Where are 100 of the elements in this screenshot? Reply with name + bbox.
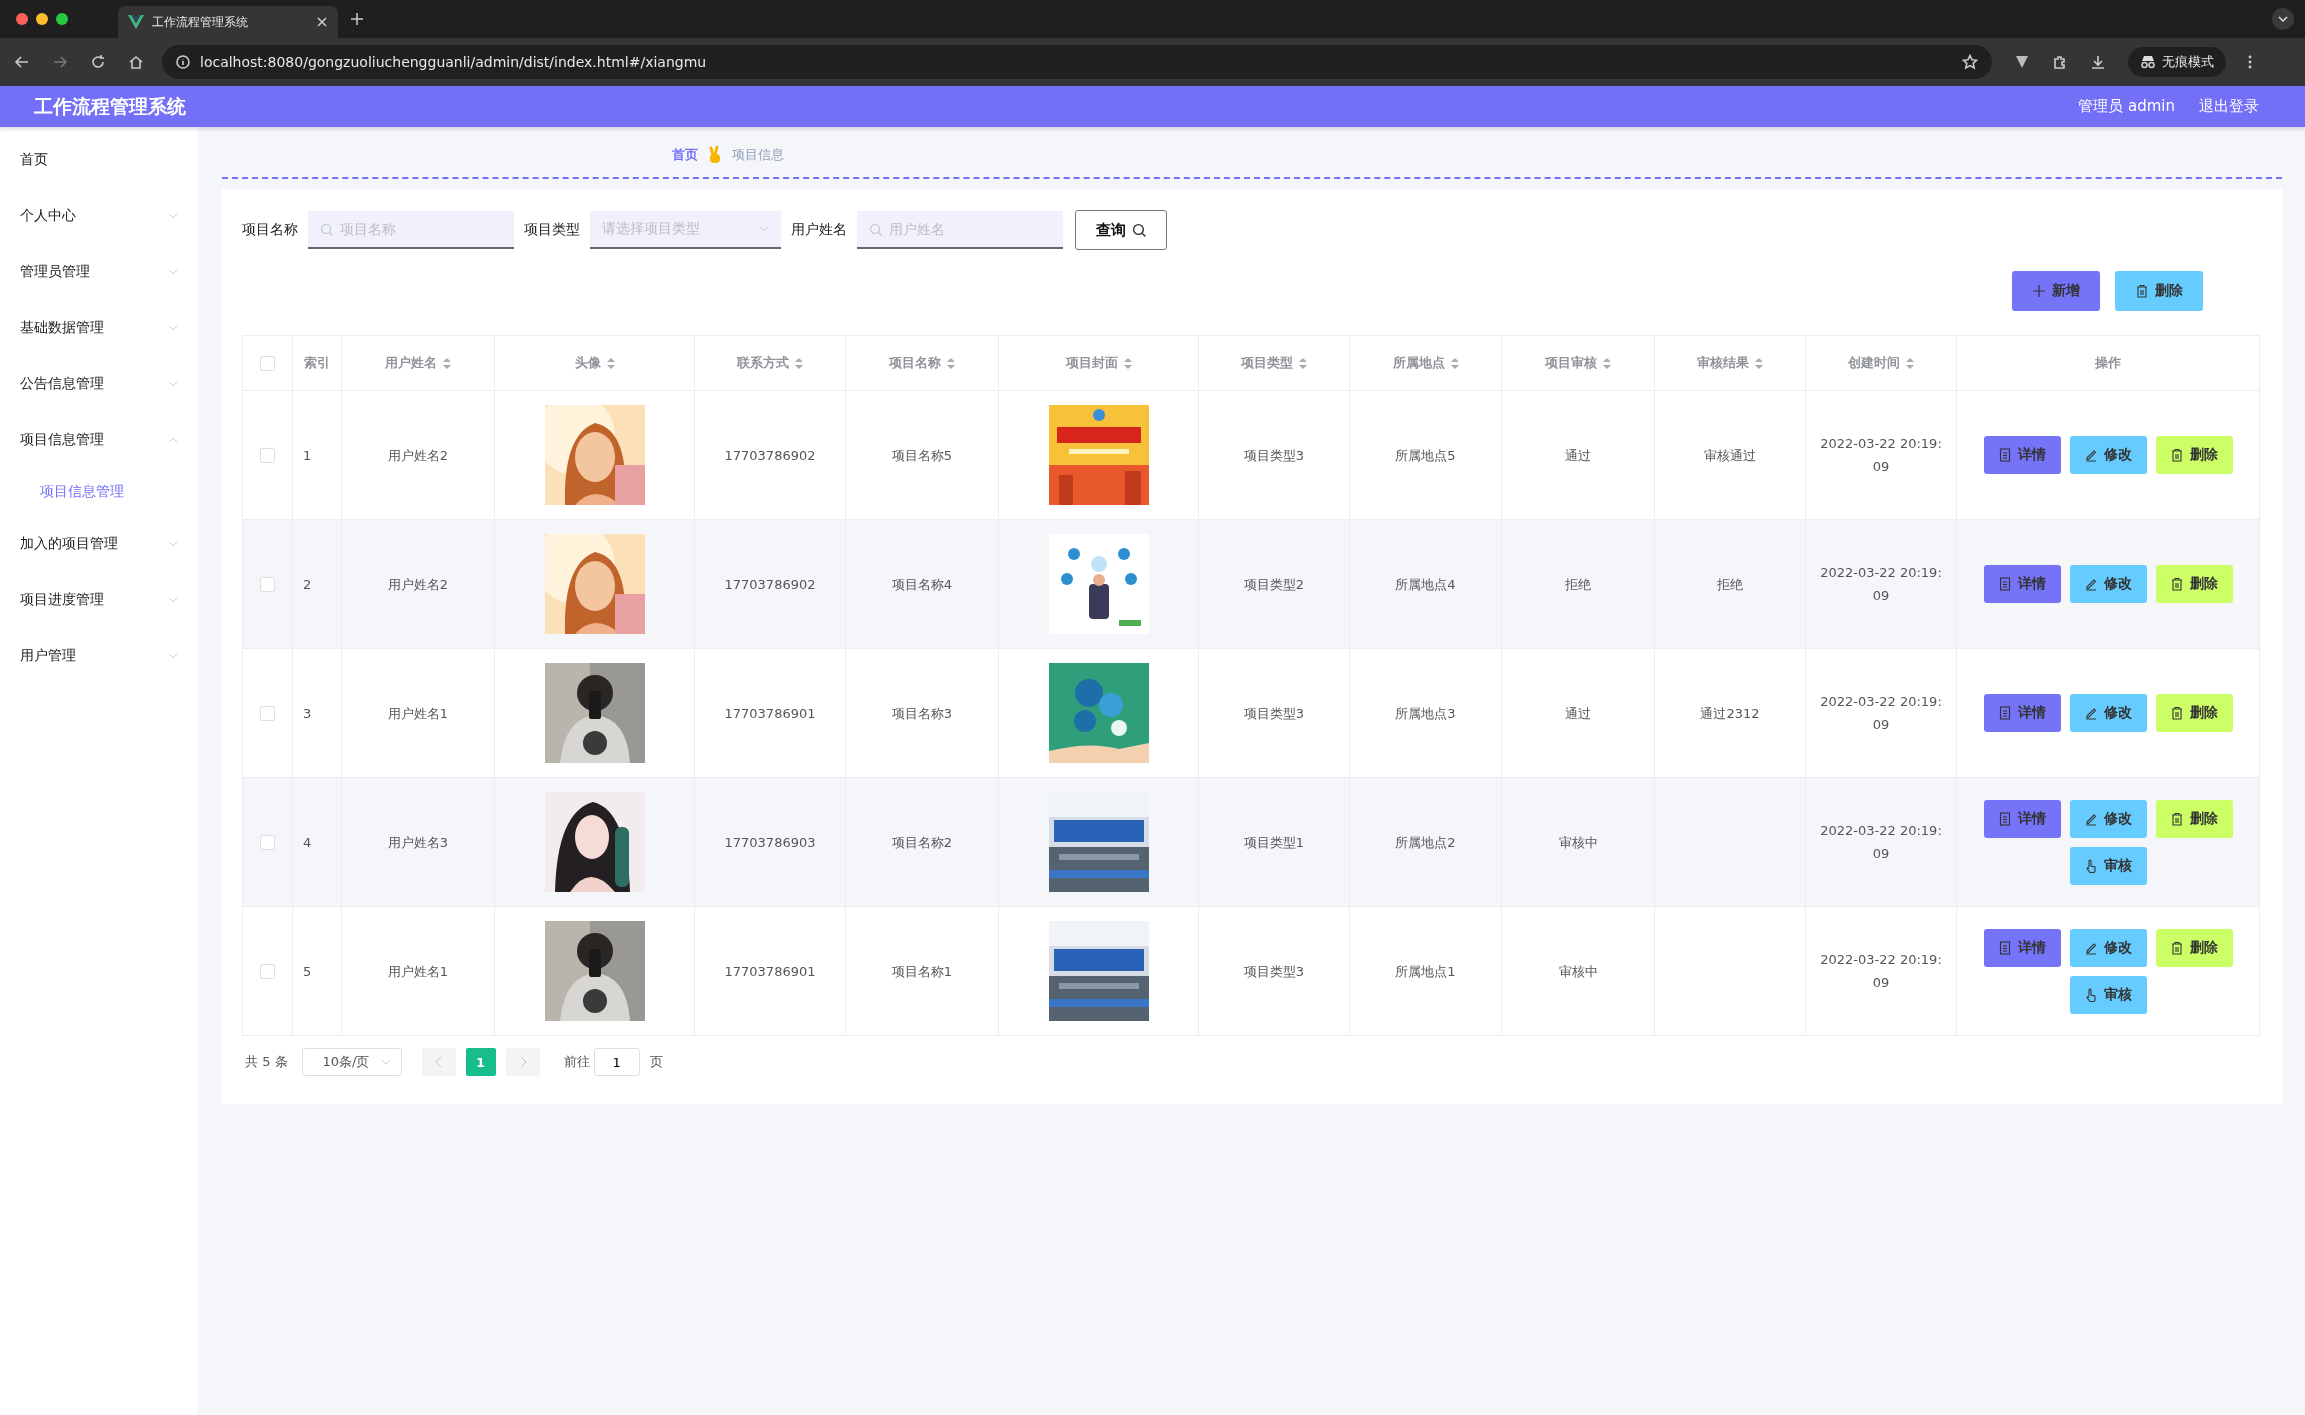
puzzle-icon[interactable] — [2052, 54, 2068, 70]
field-label: 用户姓名 — [791, 221, 847, 239]
table-cell-text: 所属地点5 — [1395, 446, 1456, 465]
menu-item[interactable]: 项目信息管理 — [0, 412, 198, 468]
sort-icon[interactable] — [443, 357, 451, 369]
table-cell-text: 所属地点4 — [1395, 575, 1456, 594]
sort-icon[interactable] — [1906, 357, 1914, 369]
row-checkbox[interactable] — [260, 963, 275, 979]
new-tab-icon[interactable] — [350, 12, 364, 26]
sort-icon[interactable] — [1755, 357, 1763, 369]
menu-item[interactable]: 个人中心 — [0, 188, 198, 244]
table-cell-text: 项目名称2 — [891, 833, 953, 852]
field-label: 项目名称 — [242, 221, 298, 239]
edit-button[interactable]: 修改 — [2069, 928, 2147, 967]
column-header: 所属地点 — [1392, 354, 1445, 372]
sort-icon[interactable] — [1450, 357, 1459, 369]
edit-button[interactable]: 修改 — [2069, 436, 2147, 474]
home-icon[interactable] — [128, 54, 144, 70]
sort-icon[interactable] — [606, 357, 615, 369]
download-icon[interactable] — [2090, 54, 2106, 70]
row-checkbox[interactable] — [260, 447, 275, 463]
table-cell-text: 2022-03-22 20:19:09 — [1820, 435, 1942, 476]
review-button[interactable]: 审核 — [2069, 975, 2147, 1014]
table-cell-text: 17703786901 — [724, 704, 816, 723]
menu-item[interactable]: 管理员管理 — [0, 244, 198, 300]
column-header: 项目审核 — [1545, 354, 1597, 372]
table-cell-text: 用户姓名1 — [387, 962, 449, 981]
menu-item[interactable]: 加入的项目管理 — [0, 516, 198, 572]
table-cell-text: 审核通过 — [1704, 446, 1756, 465]
sort-icon[interactable] — [947, 357, 955, 369]
more-icon[interactable] — [2248, 55, 2252, 69]
star-icon[interactable] — [1962, 54, 1978, 70]
edit-button[interactable]: 修改 — [2069, 694, 2147, 732]
query-button[interactable]: 查询 — [1075, 210, 1167, 250]
app-title: 工作流程管理系统 — [34, 93, 186, 119]
table-cell-text: 项目名称4 — [891, 575, 953, 594]
menu-item[interactable]: 公告信息管理 — [0, 356, 198, 412]
table-cell-text: 通过2312 — [1700, 704, 1760, 723]
page-input[interactable]: 1 — [593, 1048, 640, 1076]
browser-tab[interactable]: 工作流程管理系统 — [118, 6, 338, 38]
menu-item[interactable]: 用户管理 — [0, 628, 198, 684]
window-control-icon[interactable] — [36, 13, 48, 25]
review-button[interactable]: 审核 — [2069, 846, 2147, 885]
table-cell-text: 5 — [303, 962, 312, 981]
row-checkbox[interactable] — [260, 834, 275, 850]
extension-v-icon[interactable] — [2014, 54, 2030, 70]
window-control-icon[interactable] — [16, 13, 28, 25]
trash-icon — [2170, 448, 2184, 462]
table-cell-text: 所属地点2 — [1395, 833, 1456, 852]
delete-button[interactable]: 删除 — [2155, 694, 2233, 732]
incognito-badge[interactable]: 无痕模式 — [2128, 47, 2226, 77]
table-cell-text: 2022-03-22 20:19:09 — [1820, 564, 1942, 605]
close-icon[interactable] — [316, 16, 328, 28]
select-all-checkbox[interactable] — [260, 355, 275, 371]
page-size-select[interactable]: 10条/页 — [301, 1048, 402, 1076]
info-icon — [176, 55, 190, 69]
forward-icon[interactable] — [52, 54, 68, 70]
row-checkbox[interactable] — [260, 576, 275, 592]
address-bar[interactable]: localhost:8080/gongzuoliuchengguanli/admin/dist/index.html#/xiangmu — [162, 45, 1992, 79]
column-header: 索引 — [304, 354, 330, 372]
window-control-icon[interactable] — [56, 13, 68, 25]
logout-link[interactable]: 退出登录 — [2199, 97, 2259, 116]
column-header: 项目封面 — [1065, 354, 1118, 372]
table-cell-text: 3 — [303, 704, 312, 723]
page-suffix: 页 — [649, 1053, 663, 1071]
search-field[interactable]: 项目名称 — [308, 211, 514, 249]
chevron-down-icon — [380, 1059, 391, 1065]
pencil-icon — [2084, 706, 2098, 720]
delete-button[interactable]: 删除 — [2155, 928, 2233, 967]
delete-button[interactable]: 删除 — [2155, 565, 2233, 603]
goto-label: 前往 — [563, 1053, 590, 1071]
edit-button[interactable]: 修改 — [2069, 565, 2147, 603]
menu-item[interactable]: 首页 — [0, 132, 198, 188]
row-checkbox[interactable] — [260, 705, 275, 721]
menu-item[interactable]: 基础数据管理 — [0, 300, 198, 356]
reload-icon[interactable] — [90, 54, 106, 70]
submenu-item[interactable]: 项目信息管理 — [0, 468, 198, 516]
menu-item[interactable]: 项目进度管理 — [0, 572, 198, 628]
column-header: 头像 — [574, 354, 601, 372]
table-cell-text: 17703786902 — [724, 575, 816, 594]
tab-list-icon[interactable] — [2271, 7, 2295, 31]
table-cell-text: 2022-03-22 20:19:09 — [1820, 822, 1942, 863]
sort-icon[interactable] — [1603, 357, 1611, 369]
document-icon — [1998, 577, 2012, 591]
delete-button[interactable]: 删除 — [2155, 436, 2233, 474]
delete-button[interactable]: 删除 — [2115, 271, 2203, 311]
edit-button[interactable]: 修改 — [2069, 799, 2147, 838]
table-cell-text: 项目类型3 — [1243, 962, 1305, 981]
sort-icon[interactable] — [1299, 357, 1307, 369]
delete-button[interactable]: 删除 — [2155, 799, 2233, 838]
sort-icon[interactable] — [795, 357, 803, 369]
trash-icon — [2170, 706, 2184, 720]
table-cell-text: 17703786901 — [724, 962, 816, 981]
breadcrumb-link[interactable]: 首页 — [672, 146, 698, 164]
trash-icon — [2170, 811, 2184, 826]
back-icon[interactable] — [14, 54, 30, 70]
trash-icon — [2170, 577, 2184, 591]
search-icon — [869, 223, 882, 236]
hand-icon — [708, 146, 722, 164]
sort-icon[interactable] — [1123, 357, 1132, 369]
